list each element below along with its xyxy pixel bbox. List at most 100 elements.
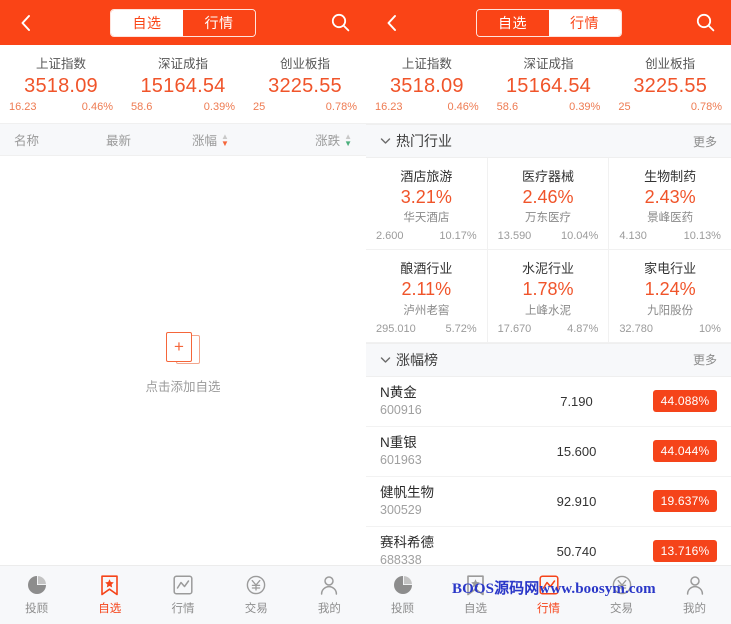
nav-label: 自选 (98, 603, 122, 615)
nav-item-mine[interactable]: 我的 (658, 574, 731, 616)
index-name: 上证指数 (35, 57, 86, 71)
status-badge: 44.044% (653, 440, 717, 463)
nav-label: 自选 (464, 603, 487, 615)
industry-name: 酒店旅游 (400, 169, 453, 184)
more-link[interactable]: 更多 (693, 351, 717, 368)
industry-card[interactable]: 水泥行业 1.78% 上峰水泥 17.670 4.87% (487, 250, 610, 343)
stock-price: 92.910 (556, 493, 597, 509)
nav-item-watchlist[interactable]: 自选 (73, 574, 146, 616)
index-value: 3518.09 (389, 75, 464, 97)
tab-market[interactable]: 行情 (548, 9, 621, 36)
industry-stock-price: 295.010 (376, 322, 416, 335)
back-button[interactable] (14, 12, 36, 34)
industry-stock-price: 17.670 (497, 322, 532, 335)
chevron-down-icon (380, 137, 391, 145)
industry-percent: 2.43% (644, 187, 696, 207)
pie-chart-icon (393, 574, 413, 596)
tab-watchlist[interactable]: 自选 (111, 9, 183, 36)
nav-label: 投顾 (25, 603, 49, 615)
industry-stock-percent: 4.87% (567, 322, 599, 335)
industry-name: 生物制药 (644, 169, 697, 184)
chevron-down-icon (380, 356, 391, 364)
index-change: 58.6 (496, 101, 519, 113)
index-card[interactable]: 上证指数 3518.09 16.23 0.46% (366, 53, 488, 113)
nav-label: 我的 (317, 603, 341, 615)
header-tabs-left: 自选 行情 (110, 8, 256, 37)
index-value: 15164.54 (505, 75, 592, 97)
status-badge: 44.088% (653, 390, 717, 413)
industry-card[interactable]: 家电行业 1.24% 九阳股份 32.780 10% (609, 250, 731, 343)
tab-watchlist[interactable]: 自选 (476, 9, 549, 36)
index-change: 16.23 (9, 101, 37, 113)
section-header-hot-industries[interactable]: 热门行业 更多 (366, 124, 731, 158)
column-label: 涨幅 (192, 134, 218, 148)
watchlist-empty-state[interactable]: + 点击添加自选 (0, 156, 366, 570)
person-icon (319, 574, 339, 596)
industry-lead-stock: 景峰医药 (647, 212, 694, 225)
industry-stock-percent: 10.17% (439, 230, 477, 243)
index-value: 15164.54 (140, 75, 226, 97)
index-card[interactable]: 创业板指 3225.55 25 0.78% (609, 53, 731, 113)
industry-lead-stock: 万东医疗 (524, 212, 571, 225)
nav-item-advisor[interactable]: 投顾 (366, 574, 439, 616)
more-link[interactable]: 更多 (693, 133, 717, 150)
index-card[interactable]: 上证指数 3518.09 16.23 0.46% (0, 53, 122, 113)
column-header-latest: 最新 (106, 134, 132, 148)
app-header-right: 自选 行情 (366, 0, 731, 45)
index-name: 深证成指 (157, 57, 208, 71)
list-item[interactable]: 健帆生物 300529 92.910 19.637% (366, 477, 731, 527)
right-phone-screen: 自选 行情 上证指数 3518.09 16.23 0.46% 深证成指 1516… (366, 0, 731, 624)
search-icon[interactable] (328, 11, 352, 35)
nav-label: 交易 (244, 603, 268, 615)
industry-card[interactable]: 酿酒行业 2.11% 泸州老窖 295.010 5.72% (366, 250, 488, 343)
nav-item-mine[interactable]: 我的 (293, 574, 366, 616)
stock-name: N重银 (380, 434, 417, 450)
industry-lead-stock: 上峰水泥 (524, 304, 571, 317)
stock-price: 50.740 (556, 543, 597, 559)
index-card[interactable]: 深证成指 15164.54 58.6 0.39% (122, 53, 244, 113)
nav-item-advisor[interactable]: 投顾 (0, 574, 73, 616)
section-header-gainers[interactable]: 涨幅榜 更多 (366, 342, 731, 377)
index-value: 3225.55 (268, 75, 342, 97)
search-icon[interactable] (693, 11, 717, 35)
industry-card[interactable]: 医疗器械 2.46% 万东医疗 13.590 10.04% (487, 158, 610, 251)
index-change: 16.23 (375, 101, 403, 113)
stock-code: 600916 (380, 402, 422, 417)
column-header-change-pct[interactable]: 涨幅 ▲ ▼ (192, 130, 284, 149)
industry-card[interactable]: 生物制药 2.43% 景峰医药 4.130 10.13% (609, 158, 731, 251)
nav-label: 行情 (171, 603, 195, 615)
index-name: 创业板指 (279, 57, 330, 71)
index-card[interactable]: 创业板指 3225.55 25 0.78% (244, 53, 366, 113)
nav-item-trade[interactable]: 交易 (220, 574, 293, 616)
index-name: 创业板指 (645, 57, 696, 71)
nav-label: 交易 (610, 603, 633, 615)
sort-toggle-icon[interactable]: ▲ ▼ (221, 132, 229, 147)
industry-stock-percent: 10% (698, 322, 721, 335)
industry-stock-percent: 10.04% (561, 230, 599, 243)
column-header-change-val[interactable]: 涨跌 ▲ ▼ (284, 130, 352, 149)
back-button[interactable] (380, 12, 402, 34)
industry-card[interactable]: 酒店旅游 3.21% 华天酒店 2.600 10.17% (366, 158, 488, 251)
industry-name: 水泥行业 (521, 261, 574, 277)
left-phone-screen: 自选 行情 上证指数 3518.09 16.23 0.46% 深证成指 1516… (0, 0, 366, 624)
tab-market[interactable]: 行情 (183, 9, 255, 36)
site-watermark: BOOS源码网www.boosym.com (452, 581, 656, 597)
index-percent: 0.78% (325, 101, 357, 113)
sort-toggle-icon[interactable]: ▲ ▼ (344, 132, 352, 147)
industry-stock-price: 4.130 (619, 230, 647, 243)
industry-stock-price: 32.780 (619, 322, 653, 335)
index-change: 58.6 (131, 101, 153, 113)
list-item[interactable]: N黄金 600916 7.190 44.088% (366, 377, 731, 427)
index-value: 3225.55 (633, 75, 708, 97)
index-strip-right: 上证指数 3518.09 16.23 0.46% 深证成指 15164.54 5… (366, 45, 731, 124)
list-item[interactable]: N重银 601963 15.600 44.044% (366, 427, 731, 477)
industry-stock-price: 2.600 (376, 230, 404, 243)
empty-state-text: 点击添加自选 (145, 379, 221, 394)
stock-name: 健帆生物 (380, 484, 434, 500)
nav-item-market[interactable]: 行情 (146, 574, 219, 616)
yen-circle-icon (246, 574, 266, 596)
nav-label: 投顾 (391, 603, 414, 615)
index-card[interactable]: 深证成指 15164.54 58.6 0.39% (488, 53, 610, 113)
index-percent: 0.46% (81, 101, 113, 113)
gainers-list: N黄金 600916 7.190 44.088% N重银 601963 15.6… (366, 376, 731, 577)
